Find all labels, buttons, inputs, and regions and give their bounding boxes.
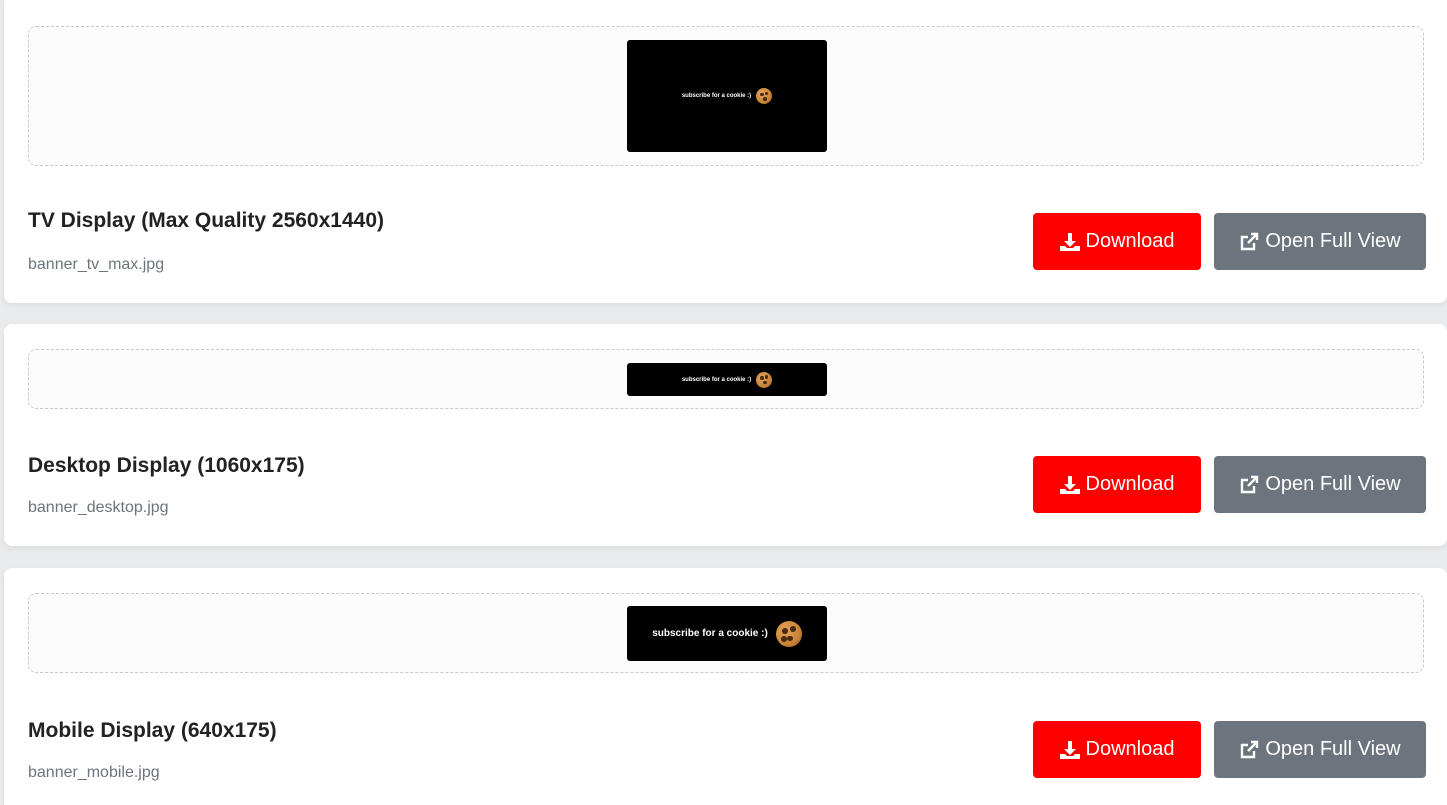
cookie-icon: [775, 620, 802, 647]
download-button-label: Download: [1085, 473, 1175, 495]
open-full-view-button[interactable]: Open Full View: [1214, 213, 1426, 270]
external-link-icon: [1241, 232, 1259, 250]
download-button[interactable]: Download: [1033, 721, 1201, 778]
banner-preview-box: subscribe for a cookie :): [28, 349, 1424, 409]
banner-card-mobile: subscribe for a cookie :) Mobile Display…: [4, 568, 1447, 805]
download-icon: [1059, 740, 1080, 759]
banner-text: subscribe for a cookie :): [681, 93, 752, 99]
banner-preview-image[interactable]: subscribe for a cookie :): [627, 363, 827, 396]
cookie-icon: [756, 371, 773, 388]
banner-text: subscribe for a cookie :): [652, 628, 768, 639]
external-link-icon: [1241, 475, 1259, 493]
card-filename: banner_mobile.jpg: [28, 764, 160, 781]
banner-preview-box: subscribe for a cookie :): [28, 26, 1424, 166]
external-link-icon: [1241, 740, 1259, 758]
banner-preview-image[interactable]: subscribe for a cookie :): [627, 40, 827, 152]
card-title: Desktop Display (1060x175): [28, 454, 305, 477]
open-full-view-label: Open Full View: [1265, 473, 1401, 495]
open-full-view-label: Open Full View: [1265, 230, 1401, 252]
banner-preview-box: subscribe for a cookie :): [28, 593, 1424, 673]
card-title: TV Display (Max Quality 2560x1440): [28, 209, 385, 232]
open-full-view-button[interactable]: Open Full View: [1214, 456, 1426, 513]
banner-preview-image[interactable]: subscribe for a cookie :): [627, 606, 827, 661]
download-button-label: Download: [1085, 738, 1175, 760]
banner-card-tv: subscribe for a cookie :) TV Display (Ma…: [4, 0, 1447, 303]
banner-download-page: subscribe for a cookie :) TV Display (Ma…: [0, 0, 1447, 805]
download-button[interactable]: Download: [1033, 456, 1201, 513]
banner-card-desktop: subscribe for a cookie :) Desktop Displa…: [4, 324, 1447, 546]
download-icon: [1059, 475, 1080, 494]
banner-text: subscribe for a cookie :): [681, 376, 752, 383]
download-button[interactable]: Download: [1033, 213, 1201, 270]
card-filename: banner_tv_max.jpg: [28, 256, 165, 273]
cookie-icon: [756, 88, 773, 104]
download-button-label: Download: [1085, 230, 1175, 252]
open-full-view-button[interactable]: Open Full View: [1214, 721, 1426, 778]
card-title: Mobile Display (640x175): [28, 719, 277, 742]
download-icon: [1059, 232, 1080, 251]
open-full-view-label: Open Full View: [1265, 738, 1401, 760]
card-filename: banner_desktop.jpg: [28, 499, 169, 516]
